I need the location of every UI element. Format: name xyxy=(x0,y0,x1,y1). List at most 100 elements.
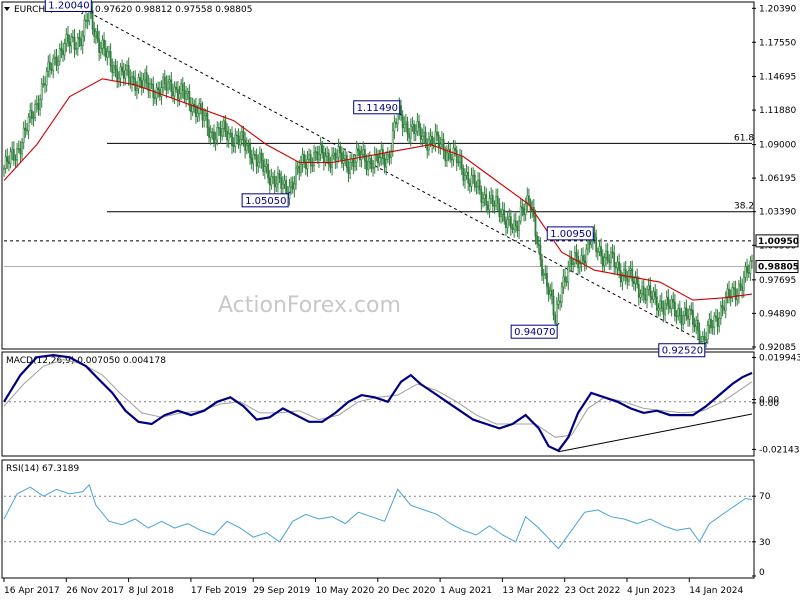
candle-body xyxy=(562,276,565,288)
candle-body xyxy=(549,289,552,295)
candle-body xyxy=(142,79,145,89)
price-flag-label: 1.00950 xyxy=(758,237,799,247)
ohlc-header: 0.97620 0.98812 0.97558 0.98805 xyxy=(95,5,252,15)
candle-body xyxy=(468,182,471,187)
fib-label: 38.2 xyxy=(734,202,754,212)
candle-body xyxy=(521,206,524,209)
candle-body xyxy=(93,28,96,37)
candle-body xyxy=(723,307,726,311)
candle-body xyxy=(683,307,686,317)
candle-body xyxy=(432,143,435,146)
pivot-pointer xyxy=(556,322,560,326)
candle-body xyxy=(445,152,448,161)
candle-body xyxy=(263,166,266,172)
candle-body xyxy=(368,158,371,162)
candle-body xyxy=(339,146,342,153)
candle-body xyxy=(6,156,9,162)
candle-body xyxy=(687,315,689,320)
candle-body xyxy=(24,127,27,131)
candle-body xyxy=(614,266,617,269)
candle-body xyxy=(406,121,409,135)
candle-body xyxy=(373,154,376,168)
candle-body xyxy=(352,158,355,167)
candle-body xyxy=(318,154,320,161)
candle-body xyxy=(649,285,652,297)
candle-body xyxy=(685,307,688,317)
candle-body xyxy=(124,69,127,79)
candle-body xyxy=(121,66,124,72)
x-tick-label: 17 Feb 2019 xyxy=(191,586,247,596)
candle-body xyxy=(662,307,665,315)
candle-body xyxy=(40,83,43,100)
candle-body xyxy=(444,150,447,161)
candle-body xyxy=(739,283,742,288)
candle-body xyxy=(675,315,678,317)
candle-body xyxy=(409,126,412,139)
candle-body xyxy=(523,207,525,216)
candle-body xyxy=(68,41,71,47)
candle-body xyxy=(214,139,217,143)
candle-body xyxy=(213,131,215,143)
candle-body xyxy=(559,300,561,303)
candle-body xyxy=(616,261,619,269)
y-tick-label: 1.14695 xyxy=(759,72,796,82)
candle-body xyxy=(62,50,64,56)
candle-body xyxy=(482,198,484,203)
candle-body xyxy=(749,261,752,274)
candle-body xyxy=(524,203,527,216)
candle-body xyxy=(58,48,61,62)
candle-body xyxy=(385,159,388,168)
candle-body xyxy=(216,126,219,141)
candle-body xyxy=(434,131,437,144)
candle-body xyxy=(467,171,470,184)
candle-body xyxy=(280,177,283,189)
candle-body xyxy=(19,148,22,155)
candle-body xyxy=(637,283,640,298)
candle-body xyxy=(270,176,273,186)
x-tick-label: 20 Dec 2020 xyxy=(378,586,436,596)
candle-body xyxy=(710,318,712,329)
candle-body xyxy=(485,194,488,206)
candle-body xyxy=(372,167,374,169)
candle-body xyxy=(109,51,112,67)
candle-body xyxy=(185,92,187,100)
candle-body xyxy=(162,76,165,88)
candle-body xyxy=(308,154,311,160)
candle-body xyxy=(188,91,191,106)
y-tick-label: 1.06195 xyxy=(759,174,796,184)
price-title: EURCHF,Weekly 0.97620 0.98812 0.97558 0.… xyxy=(4,5,252,15)
candle-body xyxy=(388,154,391,158)
candle-body xyxy=(674,301,676,317)
candle-body xyxy=(508,216,511,220)
candle-body xyxy=(596,251,599,253)
candle-body xyxy=(544,272,547,275)
candle-body xyxy=(587,239,589,250)
candle-body xyxy=(275,183,278,188)
candle-body xyxy=(237,135,240,146)
candle-body xyxy=(516,226,519,231)
candle-body xyxy=(403,123,406,129)
price-flag-label: 0.98805 xyxy=(758,263,799,273)
candle-body xyxy=(255,155,258,167)
candle-body xyxy=(424,131,427,144)
candle-body xyxy=(728,288,730,298)
candle-body xyxy=(322,152,325,163)
watermark: ActionForex.com xyxy=(218,293,401,318)
candle-body xyxy=(135,88,138,92)
candle-body xyxy=(441,139,443,145)
candle-body xyxy=(224,120,227,132)
candle-body xyxy=(386,154,389,160)
candle-body xyxy=(411,123,414,128)
candle-body xyxy=(573,252,576,264)
candle-body xyxy=(690,308,693,311)
candle-body xyxy=(154,97,156,99)
candle-body xyxy=(657,308,660,311)
candle-body xyxy=(734,288,737,301)
candle-body xyxy=(39,99,41,110)
candle-body xyxy=(419,127,422,140)
candle-body xyxy=(610,251,612,263)
y-tick-label: 0.97695 xyxy=(759,276,796,286)
candle-body xyxy=(319,144,322,155)
candle-body xyxy=(206,112,209,128)
candle-body xyxy=(227,133,230,141)
